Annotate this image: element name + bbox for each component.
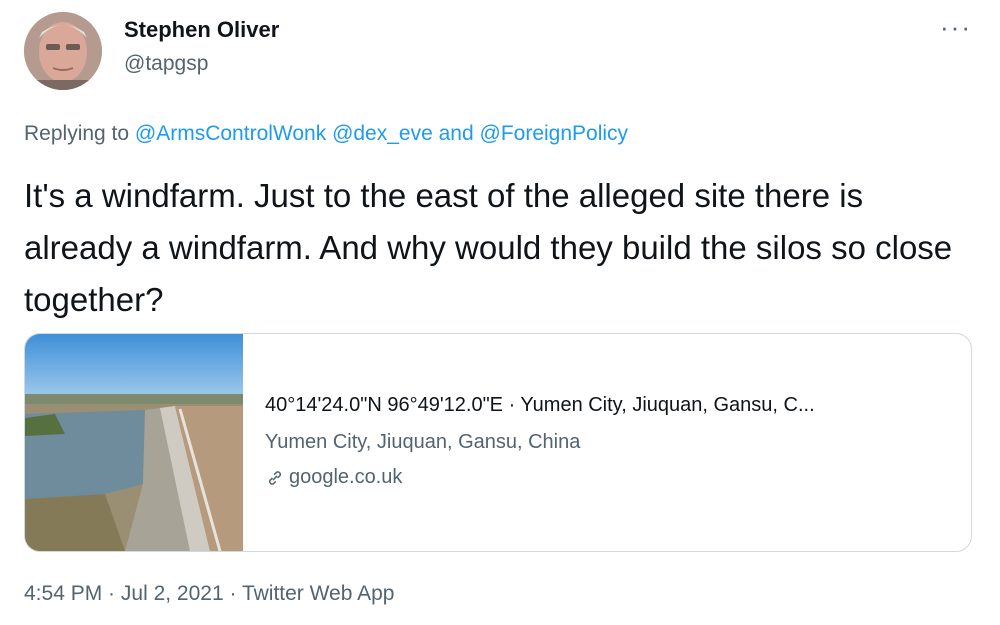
author-name[interactable]: Stephen Oliver bbox=[124, 17, 279, 43]
mention-foreignpolicy[interactable]: @ForeignPolicy bbox=[480, 122, 629, 145]
tweet-date[interactable]: Jul 2, 2021 bbox=[121, 582, 224, 605]
tweet-source[interactable]: Twitter Web App bbox=[242, 582, 395, 605]
tweet-meta: 4:54 PM · Jul 2, 2021 · Twitter Web App bbox=[24, 582, 394, 606]
tweet-text: It's a windfarm. Just to the east of the… bbox=[24, 177, 953, 318]
author-handle[interactable]: @tapgsp bbox=[124, 52, 208, 76]
card-body: 40°14'24.0"N 96°49'12.0"E · Yumen City, … bbox=[265, 394, 815, 489]
link-card[interactable]: 40°14'24.0"N 96°49'12.0"E · Yumen City, … bbox=[24, 333, 972, 552]
mention-and[interactable]: and bbox=[433, 122, 480, 145]
avatar-image bbox=[24, 12, 102, 90]
card-domain: google.co.uk bbox=[265, 466, 815, 489]
card-domain-text: google.co.uk bbox=[289, 466, 403, 488]
tweet-time[interactable]: 4:54 PM bbox=[24, 582, 102, 605]
replying-to: Replying to @ArmsControlWonk @dex_eve an… bbox=[24, 122, 628, 146]
mention-armscontrolwonk[interactable]: @ArmsControlWonk bbox=[135, 122, 326, 145]
meta-separator-1: · bbox=[102, 582, 121, 605]
card-title: 40°14'24.0"N 96°49'12.0"E · Yumen City, … bbox=[265, 394, 815, 416]
card-description: Yumen City, Jiuquan, Gansu, China bbox=[265, 431, 581, 453]
replying-prefix: Replying to bbox=[24, 122, 135, 145]
card-thumbnail bbox=[25, 334, 243, 551]
meta-separator-2: · bbox=[223, 582, 242, 605]
avatar[interactable] bbox=[24, 12, 102, 90]
mention-dex-eve[interactable]: @dex_eve bbox=[332, 122, 433, 145]
more-options-icon[interactable]: ··· bbox=[940, 12, 972, 43]
link-icon bbox=[269, 470, 281, 485]
